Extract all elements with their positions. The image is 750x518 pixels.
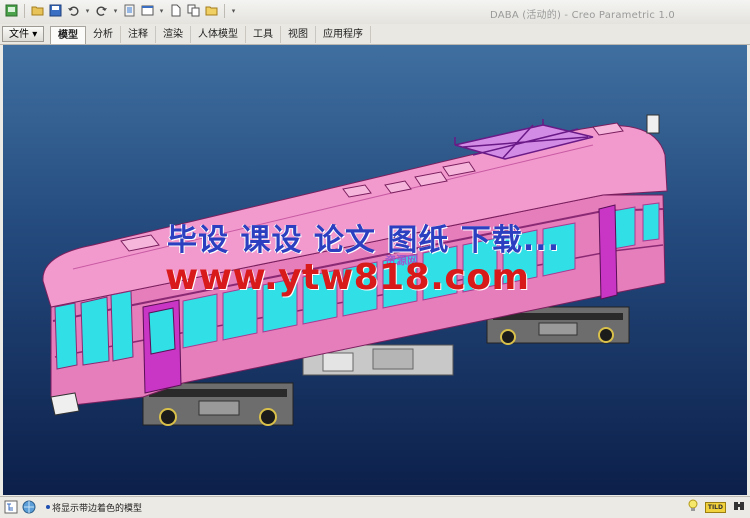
tab-view[interactable]: 视图 <box>281 26 316 43</box>
tab-tools[interactable]: 工具 <box>246 26 281 43</box>
file-menu-button[interactable]: 文件 ▾ <box>2 26 45 42</box>
copy-icon[interactable] <box>186 3 201 18</box>
find-icon[interactable] <box>732 499 746 516</box>
new-session-icon[interactable] <box>4 3 19 18</box>
tab-applications[interactable]: 应用程序 <box>316 26 371 43</box>
chevron-down-icon: ▾ <box>32 29 38 40</box>
watermark-line-2: www.ytw818.com <box>165 257 530 298</box>
tab-manikin[interactable]: 人体模型 <box>191 26 246 43</box>
selection-filter-badge[interactable]: TILD <box>704 502 726 513</box>
toolbar-separator <box>224 3 225 18</box>
lightbulb-icon[interactable] <box>687 499 699 516</box>
graphics-viewport[interactable]: 毕设 课设 论文 图纸 下载... 资源网 www.ytw818.com <box>3 45 747 495</box>
redo-dropdown-icon[interactable]: ▾ <box>112 7 119 15</box>
status-message: 将显示带边着色的模型 <box>52 504 143 514</box>
regenerate-icon[interactable] <box>122 3 137 18</box>
browser-toggle-icon[interactable] <box>22 500 36 514</box>
open-icon[interactable] <box>30 3 45 18</box>
ribbon: 文件 ▾ 模型 分析 注释 渲染 人体模型 工具 视图 应用程序 <box>0 24 750 45</box>
tab-render[interactable]: 渲染 <box>156 26 191 43</box>
undo-icon[interactable] <box>66 3 81 18</box>
tab-analysis[interactable]: 分析 <box>86 26 121 43</box>
ribbon-tabs: 模型 分析 注释 渲染 人体模型 工具 视图 应用程序 <box>50 26 371 44</box>
tab-model[interactable]: 模型 <box>50 26 86 44</box>
windows-icon[interactable] <box>140 3 155 18</box>
status-right-tools: TILD <box>687 499 746 516</box>
title-bar: ▾ ▾ ▾ ▾ DABA (活动的) - Creo Parametric 1.0 <box>0 0 750 25</box>
toolbar-separator <box>24 3 25 18</box>
folder-icon[interactable] <box>204 3 219 18</box>
quick-access-toolbar: ▾ ▾ ▾ ▾ <box>4 3 237 18</box>
customize-icon[interactable]: ▾ <box>230 7 237 15</box>
redo-icon[interactable] <box>94 3 109 18</box>
status-bar: 将显示带边着色的模型 TILD <box>0 496 750 518</box>
tab-annotate[interactable]: 注释 <box>121 26 156 43</box>
undo-dropdown-icon[interactable]: ▾ <box>84 7 91 15</box>
model-tree-toggle-icon[interactable] <box>4 500 18 514</box>
save-icon[interactable] <box>48 3 63 18</box>
new-file-icon[interactable] <box>168 3 183 18</box>
file-menu-label: 文件 <box>9 29 29 40</box>
watermark-line-1: 毕设 课设 论文 图纸 下载... <box>167 223 560 258</box>
window-title: DABA (活动的) - Creo Parametric 1.0 <box>490 10 675 21</box>
windows-dropdown-icon[interactable]: ▾ <box>158 7 165 15</box>
message-bullet-icon <box>46 505 50 509</box>
